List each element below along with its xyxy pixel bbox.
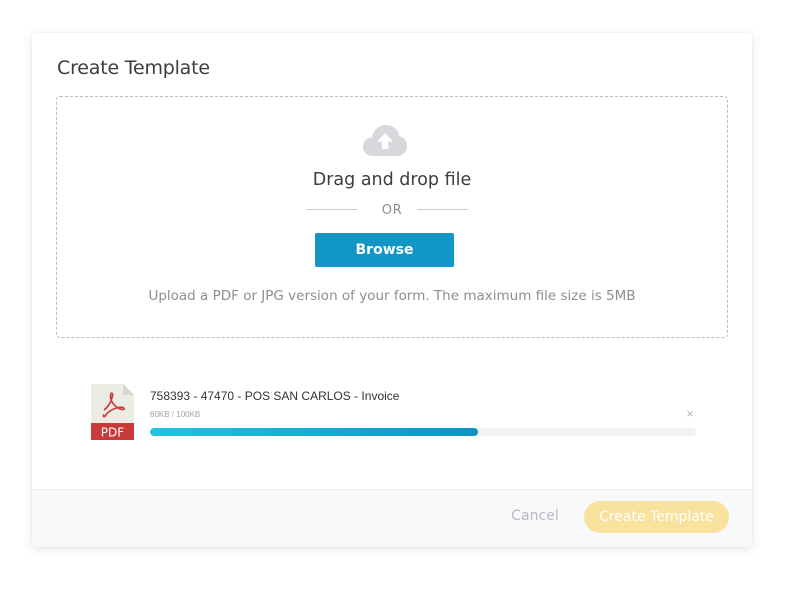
upload-progress-fill <box>150 428 478 436</box>
uploaded-file-size: 60KB / 100KB <box>150 410 201 419</box>
upload-progress-bar <box>150 428 696 436</box>
or-line-right <box>417 209 468 210</box>
create-template-modal: Create Template Drag and drop file OR Br… <box>32 33 752 547</box>
browse-button[interactable]: Browse <box>315 233 454 267</box>
create-template-button[interactable]: Create Template <box>584 501 729 533</box>
modal-title: Create Template <box>57 57 210 79</box>
or-divider: OR <box>57 203 727 218</box>
or-text: OR <box>381 203 403 218</box>
upload-hint: Upload a PDF or JPG version of your form… <box>148 288 636 304</box>
modal-footer: Cancel Create Template <box>32 489 752 547</box>
uploaded-file-name: 758393 - 47470 - POS SAN CARLOS - Invoic… <box>150 389 400 403</box>
pdf-file-icon: PDF <box>91 384 134 440</box>
drag-drop-text: Drag and drop file <box>312 170 472 190</box>
pdf-icon-label: PDF <box>101 426 124 440</box>
close-icon[interactable]: × <box>684 407 696 421</box>
cancel-button[interactable]: Cancel <box>500 508 570 524</box>
file-dropzone[interactable]: Drag and drop file OR Browse Upload a PD… <box>56 96 728 338</box>
cloud-upload-icon <box>362 123 408 159</box>
